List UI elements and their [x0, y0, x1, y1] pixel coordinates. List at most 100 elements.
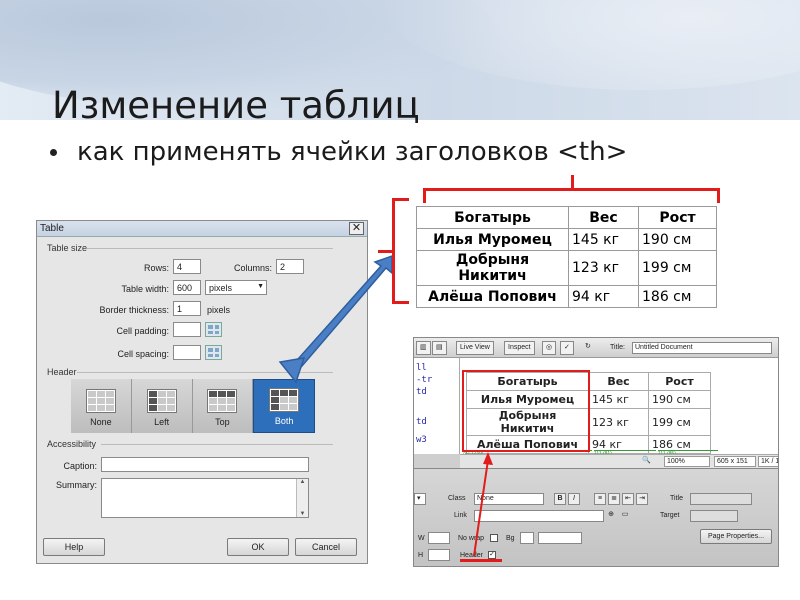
table-left-icon [146, 389, 177, 413]
target-select[interactable] [690, 510, 738, 522]
header-both-button[interactable]: Both [253, 379, 315, 433]
globe-icon[interactable]: ◎ [542, 341, 557, 355]
scrollbar[interactable]: ▲ ▼ [296, 479, 308, 517]
close-icon[interactable]: ✕ [349, 222, 364, 235]
italic-button[interactable]: I [568, 493, 580, 505]
rows-input[interactable]: 4 [173, 259, 201, 274]
w-label: W [418, 535, 425, 542]
live-view-button[interactable]: Live View [456, 341, 494, 355]
indent-icon[interactable]: ⇥ [636, 493, 648, 505]
slide-title: Изменение таблиц [52, 84, 420, 127]
title-label: Title: [610, 344, 625, 351]
document-title-input[interactable]: Untitled Document [632, 342, 772, 354]
bg-label: Bg [506, 535, 515, 542]
bullet-item: как применять ячейки заголовков <th> [50, 137, 627, 167]
header-options: None Left Top Both [71, 379, 315, 433]
refresh-icon[interactable]: ↻ [582, 341, 594, 355]
title-prop-input[interactable] [690, 493, 752, 505]
header-top-button[interactable]: Top [192, 379, 254, 433]
header-underline [460, 559, 502, 562]
width-unit-select[interactable]: pixels ▼ [205, 280, 267, 295]
code-view[interactable]: ll -tr td td w3 [414, 358, 460, 454]
scroll-down-icon[interactable]: ▼ [300, 511, 306, 517]
bold-button[interactable]: B [554, 493, 566, 505]
nowrap-checkbox[interactable] [490, 534, 498, 542]
bg-color-swatch[interactable] [520, 532, 534, 544]
bg-color-input[interactable] [538, 532, 582, 544]
target-label: Target [660, 512, 680, 519]
scroll-up-icon[interactable]: ▲ [300, 479, 306, 485]
zoom-select[interactable]: 100% [664, 456, 710, 467]
top-highlight-bracket [423, 188, 720, 203]
outdent-icon[interactable]: ⇤ [622, 493, 634, 505]
table-width-input[interactable]: 600 [173, 280, 201, 295]
section-table-size: Table size [47, 243, 88, 253]
caption-label: Caption: [63, 461, 97, 471]
title-prop-label: Title [670, 495, 683, 502]
header-checkbox[interactable]: ✓ [488, 551, 496, 559]
h-label: H [418, 552, 424, 559]
cell-padding-input[interactable] [173, 322, 201, 337]
result-table-panel: Богатырь Вес Рост Илья Муромец 145 кг 19… [410, 193, 736, 308]
header-left-button[interactable]: Left [131, 379, 193, 433]
border-input[interactable]: 1 [173, 301, 201, 316]
class-label: Class [448, 495, 466, 502]
dialog-title: Table [40, 223, 64, 234]
check-page-icon[interactable]: ✓ [560, 341, 574, 355]
table-row: Алёша Попович 94 кг 186 см [416, 285, 717, 308]
table-none-icon [85, 389, 116, 413]
table-dialog: Table ✕ Table size Rows: 4 Columns: 2 Ta… [36, 220, 368, 564]
link-label: Link [454, 512, 467, 519]
table-row: Илья Муромец 145 кг 190 см [416, 228, 717, 251]
unordered-list-icon[interactable]: ≡ [594, 493, 606, 505]
cell-spacing-icon [205, 345, 222, 360]
link-input[interactable] [474, 510, 604, 522]
bullet-dot [50, 148, 57, 156]
folder-icon[interactable]: ▭ [618, 510, 632, 522]
header-label: Header [460, 552, 483, 559]
table-both-icon [269, 388, 300, 412]
design-view-icon[interactable]: ▤ [432, 341, 447, 355]
nowrap-label: No wrap [458, 535, 485, 542]
page-properties-button[interactable]: Page Properties... [700, 529, 772, 544]
cell-spacing-label: Cell spacing: [117, 349, 169, 359]
table-width-label: Table width: [121, 284, 169, 294]
cell-padding-label: Cell padding: [116, 326, 169, 336]
rows-label: Rows: [143, 263, 169, 273]
border-label: Border thickness: [99, 305, 169, 315]
window-size[interactable]: 605 x 151 [714, 456, 756, 467]
cell-padding-icon [205, 322, 222, 337]
section-header: Header [47, 367, 77, 377]
table-top-icon [207, 389, 238, 413]
columns-input[interactable]: 2 [276, 259, 304, 274]
columns-label: Columns: [233, 263, 272, 273]
split-view-icon[interactable]: ▥ [416, 341, 431, 355]
header-column-highlight [462, 370, 590, 452]
cancel-button[interactable]: Cancel [295, 538, 357, 556]
ok-button[interactable]: OK [227, 538, 289, 556]
dialog-titlebar: Table ✕ [37, 221, 367, 237]
download-size: 1K / 1 sec [758, 456, 778, 467]
summary-textarea[interactable]: ▲ ▼ [101, 478, 309, 518]
table-row: Добрыня Никитич 123 кг 199 см [416, 250, 717, 286]
cell-spacing-input[interactable] [173, 345, 201, 360]
left-highlight-bracket [392, 198, 409, 304]
document-toolbar: ▥ ▤ Live View Inspect ◎ ✓ ↻ Title: Untit… [414, 338, 778, 358]
slide: Изменение таблиц как применять ячейки за… [0, 0, 800, 600]
width-input[interactable] [428, 532, 450, 544]
zoom-icon[interactable]: 🔍 [640, 456, 653, 467]
inspect-button[interactable]: Inspect [504, 341, 535, 355]
caption-input[interactable] [101, 457, 309, 472]
help-button[interactable]: Help [43, 538, 105, 556]
chevron-down-icon[interactable]: ▾ [414, 493, 426, 505]
header-none-button[interactable]: None [71, 379, 132, 433]
summary-label: Summary: [55, 480, 97, 490]
result-table: Богатырь Вес Рост Илья Муромец 145 кг 19… [416, 206, 717, 308]
class-select[interactable]: None [474, 493, 544, 505]
chevron-down-icon: ▼ [257, 283, 264, 290]
ordered-list-icon[interactable]: ≣ [608, 493, 620, 505]
point-to-file-icon[interactable]: ⊕ [606, 510, 616, 522]
border-unit-label: pixels [207, 305, 231, 315]
height-input[interactable] [428, 549, 450, 561]
table-row: Богатырь Вес Рост [416, 206, 717, 229]
